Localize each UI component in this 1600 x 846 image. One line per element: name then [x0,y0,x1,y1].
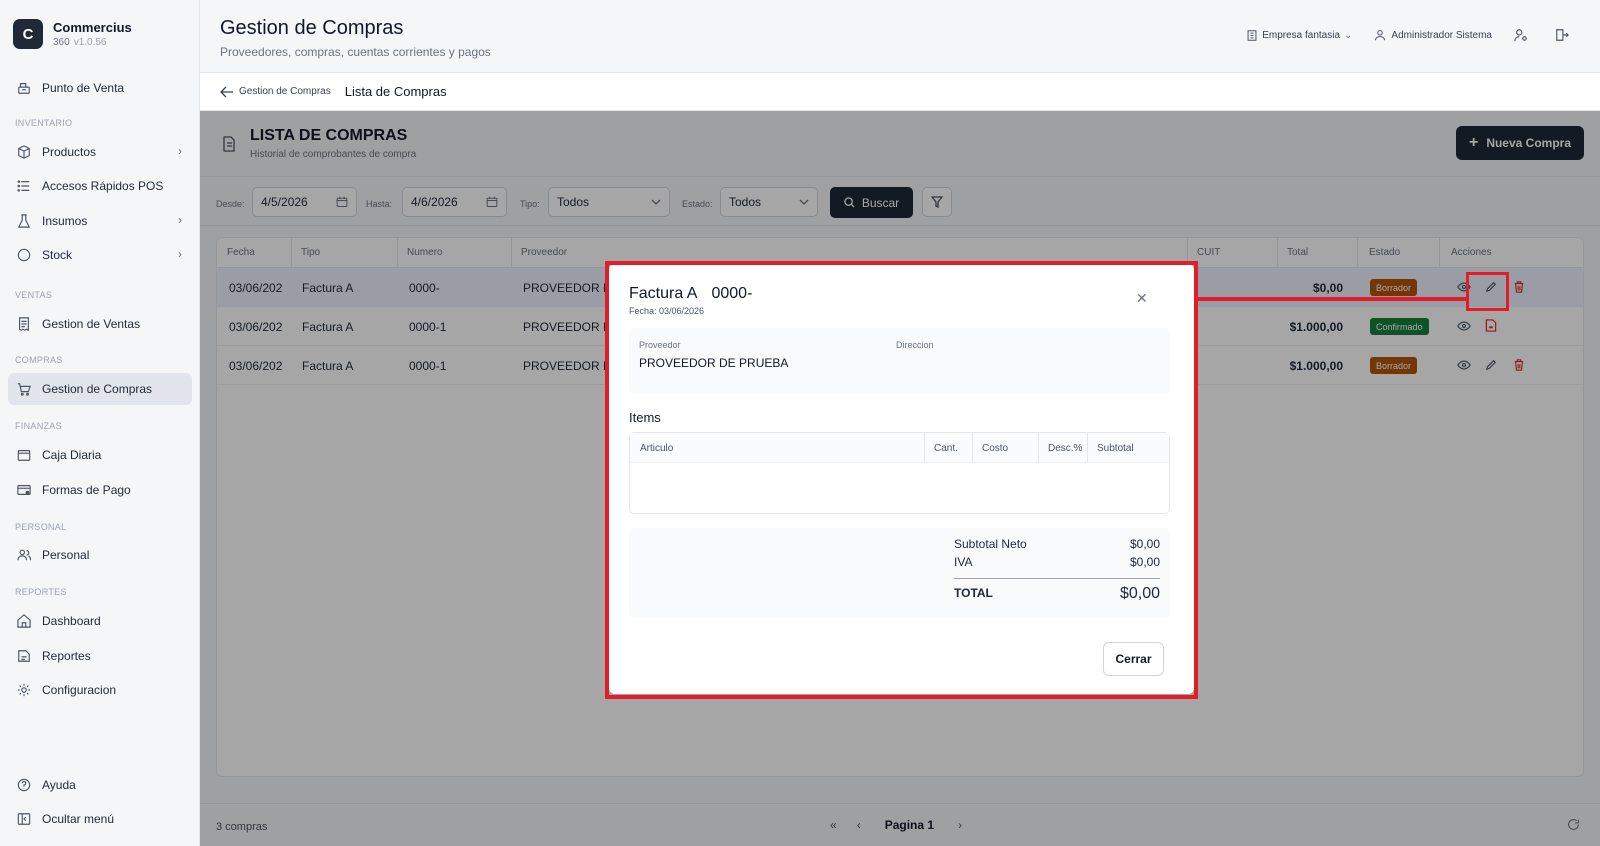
page-title: Gestion de Compras [220,17,404,39]
top-bar: Gestion de Compras Proveedores, compras,… [200,0,1600,73]
cart-icon [16,381,32,397]
brand: C Commercius 360 v1.0.56 [13,19,132,49]
sidebar-item-punto-venta[interactable]: Punto de Venta [8,72,192,104]
brand-logo: C [13,19,43,49]
sidebar-item-label: Productos [42,145,97,159]
user-menu[interactable]: Administrador Sistema [1374,29,1492,41]
user-icon [1375,30,1386,41]
report-icon [16,648,32,664]
highlight-view-action [1466,272,1509,311]
user-gear-icon [1514,29,1527,42]
brand-sub: 360 [53,37,70,48]
sidebar-item-gestion-ventas[interactable]: Gestion de Ventas [8,308,192,340]
breadcrumb-back-label: Gestion de Compras [239,86,331,97]
chevron-right-icon: › [178,144,182,158]
sidebar-item-label: Accesos Rápidos POS [42,179,164,193]
register-icon [16,80,32,96]
section-reportes: REPORTES [15,587,67,597]
sidebar-toggle-icon [16,811,32,827]
sidebar-item-ayuda[interactable]: Ayuda [8,769,192,801]
sidebar-item-reportes[interactable]: Reportes [8,640,192,672]
sidebar-item-label: Gestion de Ventas [42,317,141,331]
building-icon [1247,29,1257,41]
section-compras: COMPRAS [15,355,63,365]
sidebar-item-label: Stock [42,248,73,262]
sidebar-item-label: Reportes [42,649,91,663]
sidebar-item-label: Insumos [42,214,88,228]
sidebar-item-caja[interactable]: Caja Diaria [8,439,192,471]
sidebar-item-label: Ayuda [42,778,76,792]
sidebar-item-label: Punto de Venta [42,81,125,95]
sidebar-item-label: Caja Diaria [42,448,102,462]
section-finanzas: FINANZAS [15,421,62,431]
sidebar-item-ocultar[interactable]: Ocultar menú [8,803,192,835]
logout-icon [1556,29,1569,41]
sidebar-item-stock[interactable]: Stock › [8,239,192,271]
home-icon [16,613,32,629]
sidebar-item-configuracion[interactable]: Configuracion [8,674,192,706]
sidebar-item-label: Formas de Pago [42,483,131,497]
breadcrumb-current: Lista de Compras [344,84,447,99]
sidebar-item-label: Configuracion [42,683,117,697]
breadcrumb-back-link[interactable]: Gestion de Compras [220,86,331,98]
card-icon [16,482,32,498]
brand-name: Commercius [53,20,132,35]
arrow-left-icon [220,86,233,97]
sidebar-item-insumos[interactable]: Insumos › [8,205,192,237]
sidebar: C Commercius 360 v1.0.56 Punto de Venta I… [0,0,200,846]
section-inventario: INVENTARIO [15,118,73,128]
logout-button[interactable] [1555,28,1574,42]
help-icon [16,777,32,793]
sidebar-item-label: Dashboard [42,614,101,628]
box-icon [16,144,32,160]
list-icon [16,178,32,194]
users-icon [16,547,32,563]
breadcrumb: Gestion de Compras Lista de Compras [200,73,1600,111]
calendar-icon [16,447,32,463]
company-name: Empresa fantasia [1262,29,1341,41]
sidebar-item-label: Personal [42,548,90,562]
chevron-right-icon: › [178,247,182,261]
user-name: Administrador Sistema [1391,29,1492,41]
chevron-right-icon: › [178,213,182,227]
company-selector[interactable]: Empresa fantasia ⌄ [1247,30,1352,41]
section-ventas: VENTAS [15,290,53,300]
section-personal: PERSONAL [15,522,67,532]
highlight-box [605,261,1198,699]
receipt-icon [16,316,32,332]
sidebar-item-accesos[interactable]: Accesos Rápidos POS [8,170,192,202]
chevron-down-icon: ⌄ [1344,29,1353,41]
sidebar-item-personal[interactable]: Personal [8,539,192,571]
flask-icon [16,213,32,229]
sidebar-item-label: Gestion de Compras [42,382,153,396]
user-settings-button[interactable] [1514,28,1533,42]
sidebar-item-gestion-compras[interactable]: Gestion de Compras [8,373,192,405]
sidebar-item-label: Ocultar menú [42,812,115,826]
page-subtitle: Proveedores, compras, cuentas corrientes… [220,45,491,59]
gear-icon [16,682,32,698]
sidebar-item-dashboard[interactable]: Dashboard [8,605,192,637]
circle-icon [16,247,32,263]
sidebar-item-productos[interactable]: Productos › [8,136,192,168]
highlight-connector [1196,297,1468,301]
brand-version: v1.0.56 [73,37,107,48]
sidebar-item-formas-pago[interactable]: Formas de Pago [8,474,192,506]
